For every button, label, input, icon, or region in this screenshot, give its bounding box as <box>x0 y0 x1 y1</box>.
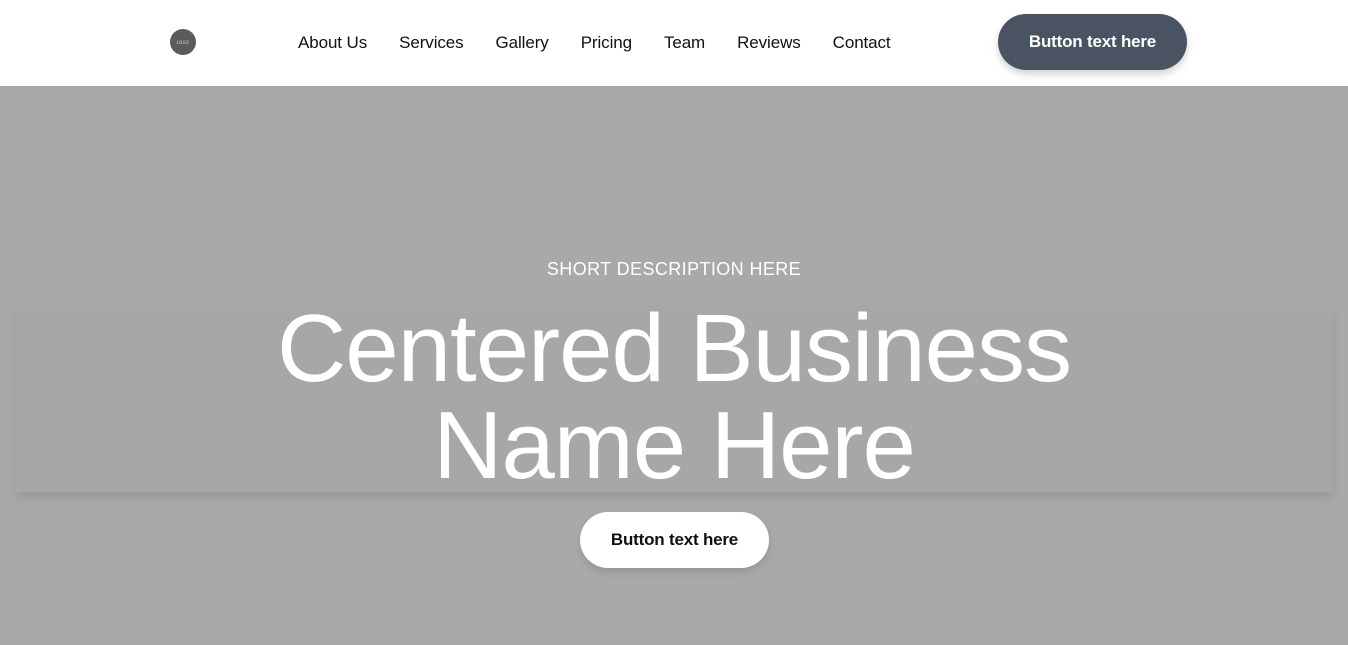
hero-title-line-1: Centered Business <box>276 295 1072 402</box>
nav-item-contact[interactable]: Contact <box>817 33 907 53</box>
hero-cta-button[interactable]: Button text here <box>580 512 769 568</box>
nav-item-gallery[interactable]: Gallery <box>480 33 565 53</box>
logo[interactable]: LOGO <box>170 29 196 55</box>
header-cta-button[interactable]: Button text here <box>998 14 1187 70</box>
nav-item-team[interactable]: Team <box>648 33 721 53</box>
hero-section: SHORT DESCRIPTION HERE Centered Business… <box>0 86 1348 645</box>
nav-item-reviews[interactable]: Reviews <box>721 33 817 53</box>
hero-title-line-2: Name Here <box>433 392 916 499</box>
nav-item-about-us[interactable]: About Us <box>282 33 383 53</box>
nav-item-pricing[interactable]: Pricing <box>565 33 648 53</box>
hero-title: Centered Business Name Here <box>0 300 1348 494</box>
logo-text: LOGO <box>176 39 190 45</box>
nav-item-services[interactable]: Services <box>383 33 479 53</box>
main-nav: About Us Services Gallery Pricing Team R… <box>282 0 907 86</box>
hero-description: SHORT DESCRIPTION HERE <box>546 259 802 279</box>
site-header: LOGO About Us Services Gallery Pricing T… <box>0 0 1348 86</box>
